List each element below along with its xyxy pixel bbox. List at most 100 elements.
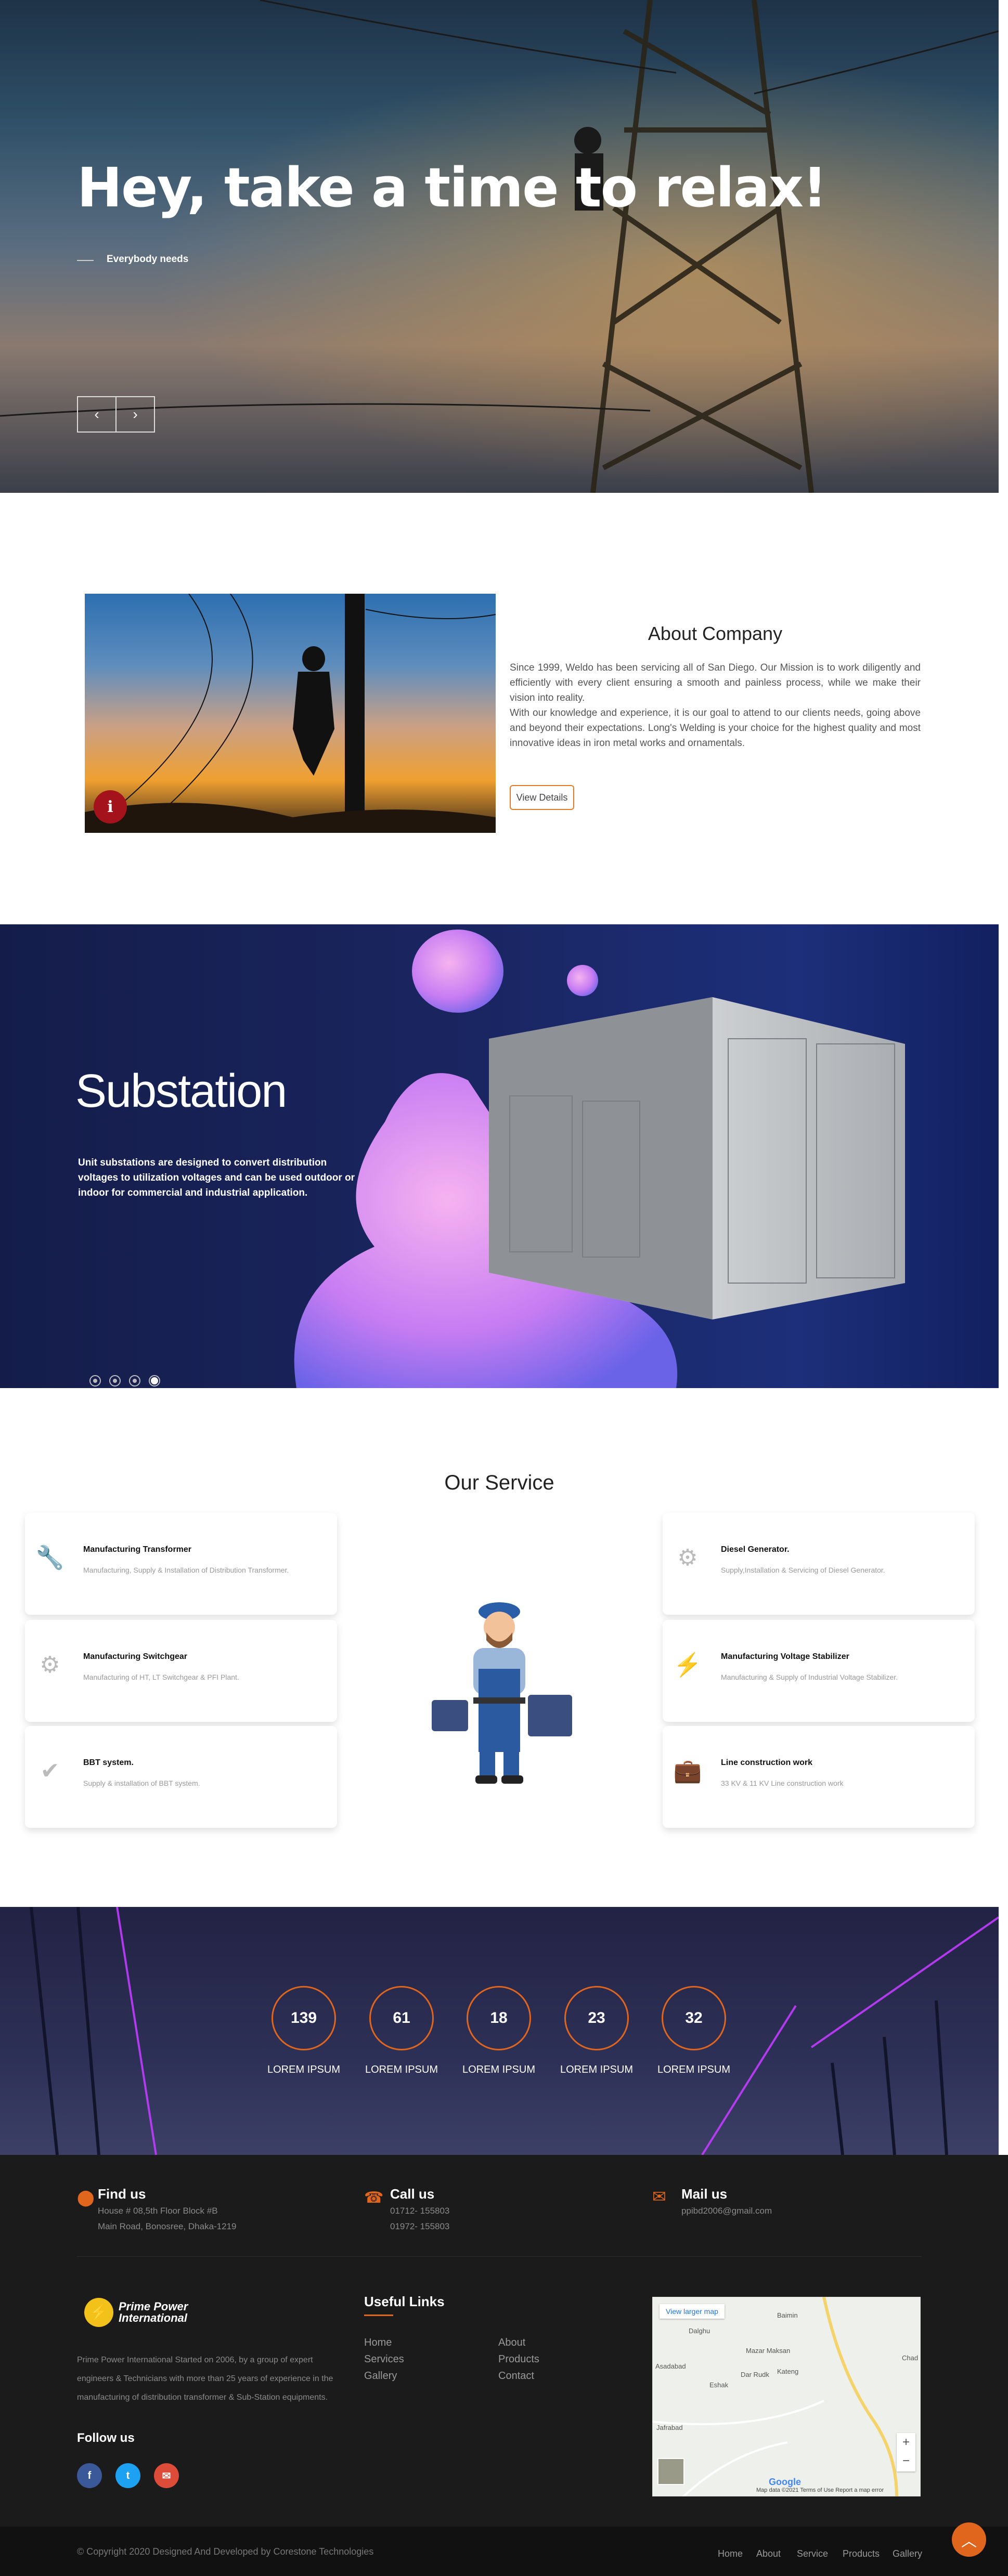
lightning-logo-icon: ⚡ (84, 2298, 113, 2327)
map-place: Mazar Maksan (746, 2347, 791, 2355)
useful-links-col-2: About Products Contact (498, 2334, 539, 2384)
bottom-nav-service[interactable]: Service (797, 2548, 828, 2559)
slider-next-button[interactable]: › (115, 396, 155, 433)
service-card[interactable]: ⚙ Diesel Generator. Supply,Installation … (663, 1513, 975, 1615)
info-icon[interactable]: i (94, 790, 127, 823)
map-place: Kateng (777, 2368, 799, 2375)
service-card[interactable]: 🔧 Manufacturing Transformer Manufacturin… (25, 1513, 337, 1615)
mail-us-address[interactable]: ppibd2006@gmail.com (681, 2203, 772, 2219)
mail-icon[interactable]: ✉ (154, 2463, 179, 2488)
twitter-icon[interactable]: t (115, 2463, 140, 2488)
service-section-title: Our Service (444, 1471, 554, 1494)
logo-text: Prime Power International (119, 2300, 188, 2324)
technician-illustration (432, 1602, 572, 1784)
service-desc: Manufacturing & Supply of Industrial Vol… (721, 1673, 898, 1681)
footer-link-home[interactable]: Home (364, 2334, 404, 2351)
service-desc: Supply & installation of BBT system. (83, 1779, 200, 1787)
footer-link-contact[interactable]: Contact (498, 2368, 539, 2384)
slider-prev-button[interactable]: ‹ (77, 396, 117, 433)
stat-counter: 61 (369, 1986, 434, 2050)
hero-title: Hey, take a time to relax! (77, 156, 827, 219)
google-logo: Google (769, 2477, 801, 2487)
footer-about-text: Prime Power International Started on 200… (77, 2356, 333, 2402)
phone-icon: ☎ (364, 2189, 384, 2206)
stat-counter: 32 (662, 1986, 726, 2050)
service-title: Manufacturing Transformer (83, 1545, 192, 1554)
find-us-address: House # 08,5th Floor Block #B Main Road,… (98, 2206, 237, 2231)
stat-counter: 23 (564, 1986, 629, 2050)
service-card[interactable]: ⚙ Manufacturing Switchgear Manufacturing… (25, 1620, 337, 1722)
map-place: Chad (902, 2354, 919, 2362)
embedded-map[interactable]: View larger map Dalghu Mazar Maksan Baim… (652, 2297, 921, 2496)
map-place: Dalghu (689, 2327, 710, 2335)
useful-links-underline (364, 2315, 393, 2316)
footer-link-services[interactable]: Services (364, 2351, 404, 2368)
satellite-toggle[interactable] (657, 2458, 684, 2485)
map-credits: Map data ©2021 Terms of Use Report a map… (756, 2487, 884, 2493)
lineman-silhouette (85, 594, 496, 833)
map-place: Baimin (777, 2311, 798, 2319)
zoom-in-button[interactable]: + (897, 2433, 915, 2452)
useful-links-title: Useful Links (364, 2294, 445, 2309)
map-place: Eshak (709, 2381, 729, 2389)
map-place: Jafrabad (656, 2424, 683, 2431)
envelope-icon: ✉ (652, 2187, 666, 2206)
call-us-title: Call us (390, 2186, 435, 2202)
tagline-divider (77, 260, 94, 261)
map-place: Asadabad (655, 2362, 686, 2370)
bottom-nav-home[interactable]: Home (718, 2548, 743, 2559)
service-card[interactable]: 💼 Line construction work 33 KV & 11 KV L… (663, 1726, 975, 1828)
service-title: Manufacturing Voltage Stabilizer (721, 1652, 849, 1661)
stat-counter: 18 (467, 1986, 531, 2050)
about-text: Since 1999, Weldo has been servicing all… (510, 660, 921, 751)
chevron-right-icon: › (133, 406, 138, 422)
mail-us-title: Mail us (681, 2186, 728, 2202)
bottom-nav-about[interactable]: About (756, 2548, 781, 2559)
find-us-title: Find us (98, 2186, 146, 2202)
view-details-button[interactable]: View Details (510, 785, 574, 810)
map-place: Dar Rudk (741, 2371, 769, 2378)
stat-counter: 139 (272, 1986, 336, 2050)
map-zoom-controls: + − (897, 2433, 915, 2472)
bottom-nav-gallery[interactable]: Gallery (893, 2548, 922, 2559)
footer-link-products[interactable]: Products (498, 2351, 539, 2368)
service-desc: Supply,Installation & Servicing of Diese… (721, 1566, 885, 1574)
briefcase-icon: 💼 (673, 1758, 702, 1784)
useful-links-col-1: Home Services Gallery (364, 2334, 404, 2384)
map-pin-icon: ⬤ (77, 2189, 95, 2206)
scroll-to-top-button[interactable]: ︿ (952, 2522, 986, 2557)
slide-dot-4[interactable] (149, 1375, 160, 1387)
gears-icon: ⚙ (677, 1545, 698, 1571)
footer-divider (77, 2256, 922, 2257)
service-title: Line construction work (721, 1758, 813, 1767)
about-title: About Company (648, 623, 783, 644)
slide-dot-3[interactable] (129, 1375, 140, 1387)
chevron-up-icon: ︿ (961, 2533, 977, 2550)
follow-us-title: Follow us (77, 2431, 135, 2445)
service-desc: Manufacturing, Supply & Installation of … (83, 1566, 289, 1574)
gear-icon: ⚙ (40, 1652, 60, 1678)
service-desc: 33 KV & 11 KV Line construction work (721, 1779, 844, 1787)
wrench-icon: 🔧 (35, 1545, 64, 1571)
zoom-out-button[interactable]: − (897, 2452, 915, 2470)
stat-label: LOREM IPSUM (657, 2064, 731, 2075)
service-title: BBT system. (83, 1758, 134, 1767)
footer-logo[interactable]: ⚡ Prime Power International (84, 2298, 191, 2327)
service-card[interactable]: ✔ BBT system. Supply & installation of B… (25, 1726, 337, 1828)
stat-label: LOREM IPSUM (267, 2064, 341, 2075)
view-larger-map-link[interactable]: View larger map (660, 2304, 725, 2319)
facebook-icon[interactable]: f (77, 2463, 102, 2488)
footer-link-about[interactable]: About (498, 2334, 539, 2351)
about-paragraph-1: Since 1999, Weldo has been servicing all… (510, 662, 921, 703)
copyright-text: © Copyright 2020 Designed And Developed … (77, 2546, 374, 2557)
slide-dot-2[interactable] (109, 1375, 121, 1387)
service-card[interactable]: ⚡ Manufacturing Voltage Stabilizer Manuf… (663, 1620, 975, 1722)
bottom-nav-products[interactable]: Products (843, 2548, 880, 2559)
check-icon: ✔ (40, 1758, 60, 1784)
service-title: Manufacturing Switchgear (83, 1652, 188, 1661)
slide-dot-1[interactable] (89, 1375, 101, 1387)
service-title: Diesel Generator. (721, 1545, 790, 1554)
call-us-numbers: 01712- 155803 01972- 155803 (390, 2206, 450, 2231)
footer-link-gallery[interactable]: Gallery (364, 2368, 404, 2384)
bolt-icon: ⚡ (673, 1652, 702, 1678)
